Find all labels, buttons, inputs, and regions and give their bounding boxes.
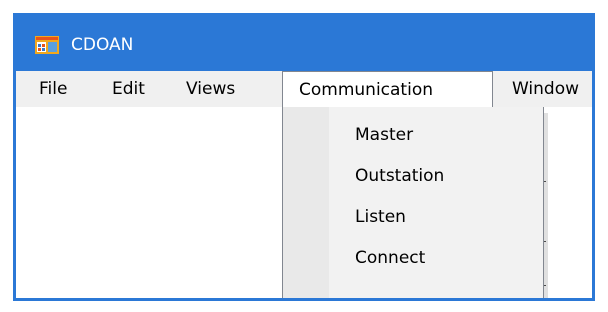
menu-window[interactable]: Window xyxy=(512,71,579,107)
title-bar[interactable]: CDOAN xyxy=(16,13,592,71)
app-window: CDOAN File Edit Views Communication Wind… xyxy=(13,13,595,301)
menu-edit[interactable]: Edit xyxy=(112,71,145,107)
menu-item-label: Outstation xyxy=(355,166,445,186)
menu-bar: File Edit Views Communication Window xyxy=(16,71,592,107)
menu-item-outstation[interactable]: Outstation xyxy=(283,156,543,196)
menu-communication[interactable]: Communication xyxy=(282,71,493,107)
app-window-icon xyxy=(35,36,59,54)
menu-file[interactable]: File xyxy=(39,71,67,107)
dropdown-shadow xyxy=(544,113,548,298)
menu-item-label: Master xyxy=(355,125,414,145)
window-title: CDOAN xyxy=(71,35,134,55)
menu-item-label: Listen xyxy=(355,207,406,227)
menu-item-listen[interactable]: Listen xyxy=(283,197,543,237)
menu-item-master[interactable]: Master xyxy=(283,115,543,155)
communication-dropdown-menu: Master Outstation Listen Connect xyxy=(282,107,544,298)
menu-item-connect[interactable]: Connect xyxy=(283,238,543,278)
menu-item-label: Connect xyxy=(355,248,426,268)
menu-views[interactable]: Views xyxy=(186,71,235,107)
